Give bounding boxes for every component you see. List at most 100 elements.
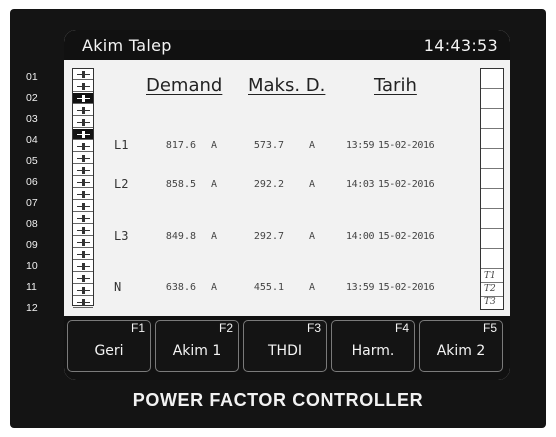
step-number: 01 <box>26 71 38 83</box>
capacitor-step-16 <box>73 249 93 260</box>
function-key-label: Geri <box>94 343 124 359</box>
capacitor-step-9 <box>73 165 93 176</box>
demand-value: 858.5 <box>165 179 196 190</box>
capacitor-icon <box>82 71 85 78</box>
step-number: 08 <box>26 218 38 230</box>
max-demand-value: 292.7 <box>253 231 284 242</box>
capacitor-icon <box>82 287 85 294</box>
demand-unit: A <box>211 179 218 190</box>
date-value: 15-02-2016 <box>378 282 435 293</box>
status-cell <box>481 149 503 169</box>
time-value: 13:59 <box>346 282 375 293</box>
capacitor-step-8 <box>73 153 93 164</box>
status-cell <box>481 89 503 109</box>
capacitor-icon <box>82 83 85 90</box>
function-key-label: Akim 1 <box>172 343 222 359</box>
date-value: 15-02-2016 <box>378 140 435 151</box>
max-demand-unit: A <box>309 231 316 242</box>
capacitor-step-3 <box>73 93 93 104</box>
capacitor-icon <box>82 119 85 126</box>
date-value: 15-02-2016 <box>378 179 435 190</box>
function-key-number: F1 <box>130 321 145 335</box>
f4-harmonics-button[interactable]: F4 Harm. <box>331 320 415 372</box>
f2-current1-button[interactable]: F2 Akim 1 <box>155 320 239 372</box>
status-cell <box>481 229 503 249</box>
title-bar: Akim Talep 14:43:53 <box>64 30 510 60</box>
capacitor-step-19 <box>73 285 93 296</box>
function-key-number: F4 <box>394 321 409 335</box>
step-number: 07 <box>26 197 38 209</box>
capacitor-step-14 <box>73 225 93 236</box>
capacitor-step-10 <box>73 177 93 188</box>
function-key-bar: F1 Geri F2 Akim 1 F3 THDI F4 Harm. F5 Ak… <box>64 316 510 380</box>
capacitor-step-indicator <box>72 68 94 308</box>
time-value: 14:00 <box>346 231 375 242</box>
demand-value: 817.6 <box>165 140 196 151</box>
row-label: L1 <box>114 138 129 152</box>
demand-unit: A <box>211 140 218 151</box>
capacitor-icon <box>82 167 85 174</box>
lcd-screen: Akim Talep 14:43:53 Demand Maks. D. Tari… <box>64 30 510 380</box>
function-key-label: Akim 2 <box>436 343 486 359</box>
max-demand-value: 292.2 <box>253 179 284 190</box>
capacitor-icon <box>82 299 85 306</box>
status-cell <box>481 129 503 149</box>
max-demand-unit: A <box>309 179 316 190</box>
capacitor-step-6 <box>73 129 93 140</box>
status-cell <box>481 249 503 269</box>
function-key-label: Harm. <box>351 343 395 359</box>
capacitor-icon <box>82 239 85 246</box>
capacitor-icon <box>82 215 85 222</box>
capacitor-step-5 <box>73 117 93 128</box>
capacitor-icon <box>82 131 85 138</box>
capacitor-step-20 <box>73 297 93 308</box>
capacitor-icon <box>82 143 85 150</box>
tariff-tag-t2: T2 <box>484 284 496 294</box>
capacitor-step-11 <box>73 189 93 200</box>
capacitor-icon <box>82 107 85 114</box>
header-date: Tarih <box>374 75 417 96</box>
capacitor-icon <box>82 155 85 162</box>
max-demand-value: 455.1 <box>253 282 284 293</box>
step-number: 11 <box>26 281 37 293</box>
function-key-number: F5 <box>482 321 497 335</box>
status-cell <box>481 189 503 209</box>
step-number: 05 <box>26 155 38 167</box>
time-value: 13:59 <box>346 140 375 151</box>
function-key-number: F3 <box>306 321 321 335</box>
function-key-number: F2 <box>218 321 233 335</box>
step-number: 02 <box>26 92 38 104</box>
capacitor-icon <box>82 251 85 258</box>
capacitor-step-2 <box>73 81 93 92</box>
capacitor-step-18 <box>73 273 93 284</box>
right-status-column: T1 T2 T3 <box>480 68 504 310</box>
row-label: N <box>114 280 122 294</box>
status-cell <box>481 169 503 189</box>
capacitor-icon <box>82 203 85 210</box>
f3-thdi-button[interactable]: F3 THDI <box>243 320 327 372</box>
date-value: 15-02-2016 <box>378 231 435 242</box>
capacitor-icon <box>82 179 85 186</box>
time-value: 14:03 <box>346 179 375 190</box>
demand-unit: A <box>211 231 218 242</box>
step-number: 12 <box>26 302 38 314</box>
step-number: 04 <box>26 134 38 146</box>
step-number: 09 <box>26 239 38 251</box>
max-demand-value: 573.7 <box>253 140 284 151</box>
step-number: 03 <box>26 113 38 125</box>
capacitor-step-12 <box>73 201 93 212</box>
max-demand-unit: A <box>309 282 316 293</box>
capacitor-icon <box>82 95 85 102</box>
capacitor-icon <box>82 227 85 234</box>
step-number: 10 <box>26 260 38 272</box>
capacitor-step-13 <box>73 213 93 224</box>
clock: 14:43:53 <box>423 36 498 55</box>
demand-value: 638.6 <box>165 282 196 293</box>
max-demand-unit: A <box>309 140 316 151</box>
capacitor-step-7 <box>73 141 93 152</box>
row-label: L3 <box>114 229 129 243</box>
f5-current2-button[interactable]: F5 Akim 2 <box>419 320 503 372</box>
function-key-label: THDI <box>268 343 302 359</box>
f1-back-button[interactable]: F1 Geri <box>67 320 151 372</box>
header-max-demand: Maks. D. <box>248 75 326 96</box>
